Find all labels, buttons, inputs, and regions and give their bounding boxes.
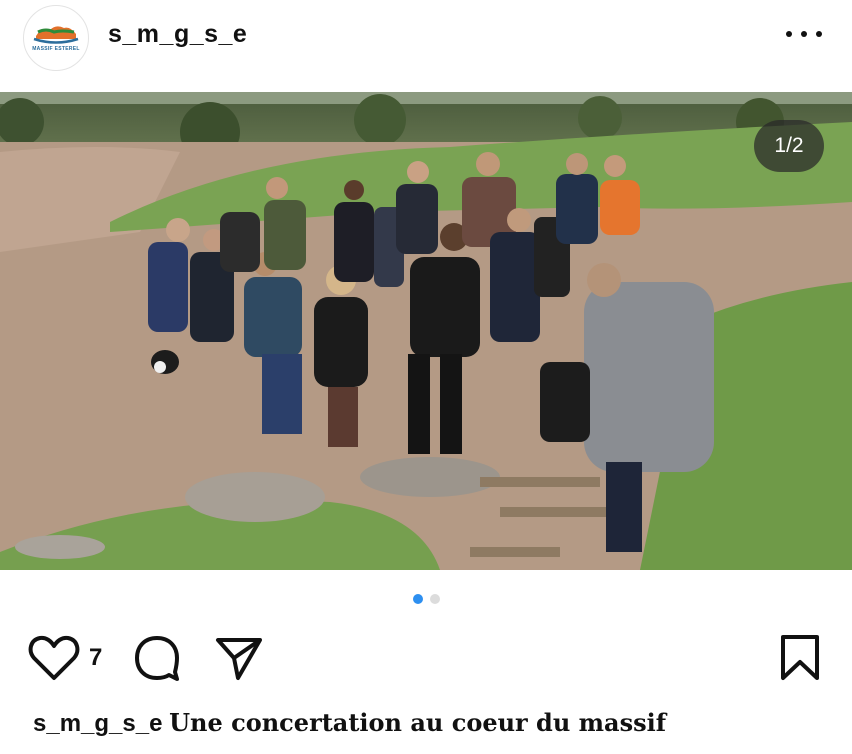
like-button[interactable] (28, 634, 80, 687)
logo-icon (33, 26, 79, 44)
more-horizontal-icon (786, 31, 792, 37)
post-caption: s_m_g_s_e Une concertation au coeur du m… (33, 708, 666, 738)
caption-username[interactable]: s_m_g_s_e (33, 710, 162, 737)
likes-count[interactable]: 7 (89, 644, 102, 672)
more-options-button[interactable] (786, 22, 822, 46)
avatar[interactable]: MASSIF ESTEREL (23, 5, 89, 71)
image-counter-badge: 1/2 (754, 120, 824, 172)
avatar-logo-text: MASSIF ESTEREL (32, 46, 80, 52)
post-header: MASSIF ESTEREL s_m_g_s_e (0, 0, 852, 92)
bookmark-icon (781, 635, 819, 680)
comment-button[interactable] (133, 634, 181, 687)
send-icon (216, 638, 262, 680)
save-button[interactable] (780, 634, 820, 687)
post-photo (0, 92, 852, 570)
share-button[interactable] (214, 634, 264, 687)
caption-text: Une concertation au coeur du massif (169, 708, 667, 737)
post-image[interactable]: 1/2 (0, 92, 852, 570)
username[interactable]: s_m_g_s_e (108, 20, 247, 49)
comment-icon (135, 636, 179, 681)
carousel-indicator (0, 594, 852, 608)
heart-icon (28, 635, 80, 680)
carousel-dot (429, 594, 440, 604)
carousel-dot-active (412, 594, 423, 604)
